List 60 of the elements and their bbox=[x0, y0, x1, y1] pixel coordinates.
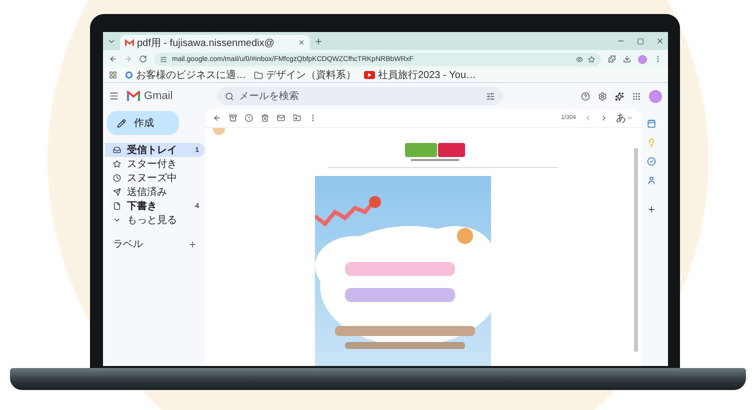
pencil-icon bbox=[117, 118, 126, 128]
contacts-person-icon[interactable] bbox=[646, 176, 656, 185]
video-play-icon bbox=[364, 71, 375, 79]
add-label-icon[interactable] bbox=[188, 240, 197, 248]
snooze-icon bbox=[113, 174, 121, 182]
move-folder-icon[interactable] bbox=[293, 114, 301, 122]
labels-heading: ラベル bbox=[113, 238, 143, 251]
filter-sliders-icon[interactable] bbox=[486, 92, 495, 100]
next-icon[interactable] bbox=[600, 114, 608, 122]
add-icon[interactable] bbox=[646, 205, 656, 214]
close-icon[interactable] bbox=[298, 39, 305, 46]
search-icon bbox=[225, 92, 234, 100]
apps-grid-icon[interactable] bbox=[109, 71, 117, 79]
more-icon bbox=[113, 216, 121, 224]
back-icon[interactable] bbox=[213, 114, 221, 122]
google-icon bbox=[125, 71, 133, 79]
compose-button[interactable]: 作成 bbox=[107, 111, 179, 135]
sent-icon bbox=[113, 188, 121, 196]
close-icon[interactable] bbox=[656, 37, 664, 45]
caret-icon bbox=[627, 115, 633, 121]
gmail-logo-icon bbox=[125, 39, 134, 46]
tab-title: pdf用 - fujisawa.nissenmedix@ bbox=[137, 36, 276, 50]
app-name: Gmail bbox=[144, 90, 173, 102]
browser-tab[interactable]: pdf用 - fujisawa.nissenmedix@ bbox=[120, 35, 310, 50]
search-bar[interactable]: メールを検索 bbox=[217, 87, 503, 105]
star-icon[interactable] bbox=[588, 56, 595, 62]
new-tab-icon[interactable] bbox=[314, 36, 323, 46]
tasks-check-icon[interactable] bbox=[646, 157, 656, 166]
bookmark-link[interactable]: お客様のビジネスに適… bbox=[136, 68, 246, 82]
gmail-logo-icon bbox=[127, 91, 140, 101]
nav-item[interactable]: 送信済み bbox=[105, 185, 205, 199]
archive-icon[interactable] bbox=[229, 114, 237, 122]
menu-icon[interactable] bbox=[109, 91, 119, 101]
bookmark-link[interactable]: デザイン（資料系） bbox=[266, 68, 356, 82]
eye-icon[interactable] bbox=[576, 56, 583, 62]
reload-icon[interactable] bbox=[139, 55, 147, 63]
help-icon[interactable] bbox=[581, 92, 590, 100]
inbox-icon bbox=[113, 146, 121, 154]
input-tools-button[interactable]: あ bbox=[616, 111, 633, 125]
report-spam-icon[interactable] bbox=[245, 114, 253, 122]
sender-avatar bbox=[213, 128, 225, 135]
extensions-icon[interactable] bbox=[608, 55, 616, 63]
nav-item[interactable]: スター付き bbox=[105, 157, 205, 171]
bookmark-link[interactable]: 社員旅行2023 - You… bbox=[378, 68, 476, 82]
nav-item[interactable]: スヌーズ中 bbox=[105, 171, 205, 185]
star-icon bbox=[113, 160, 121, 168]
download-icon[interactable] bbox=[623, 55, 631, 63]
folder-icon bbox=[254, 70, 263, 80]
scrollbar[interactable] bbox=[634, 148, 638, 352]
sparkle-icon[interactable] bbox=[615, 92, 624, 100]
mail-icon[interactable] bbox=[277, 114, 285, 122]
draft-icon bbox=[113, 202, 121, 210]
settings-icon[interactable] bbox=[598, 92, 607, 100]
back-icon[interactable] bbox=[109, 55, 117, 63]
search-input[interactable]: メールを検索 bbox=[239, 90, 481, 102]
maximize-icon[interactable] bbox=[637, 38, 644, 44]
delete-icon[interactable] bbox=[261, 114, 269, 122]
nav-item[interactable]: もっと見る bbox=[105, 213, 205, 227]
calendar-icon[interactable] bbox=[646, 119, 656, 128]
apps-icon[interactable] bbox=[632, 92, 641, 100]
